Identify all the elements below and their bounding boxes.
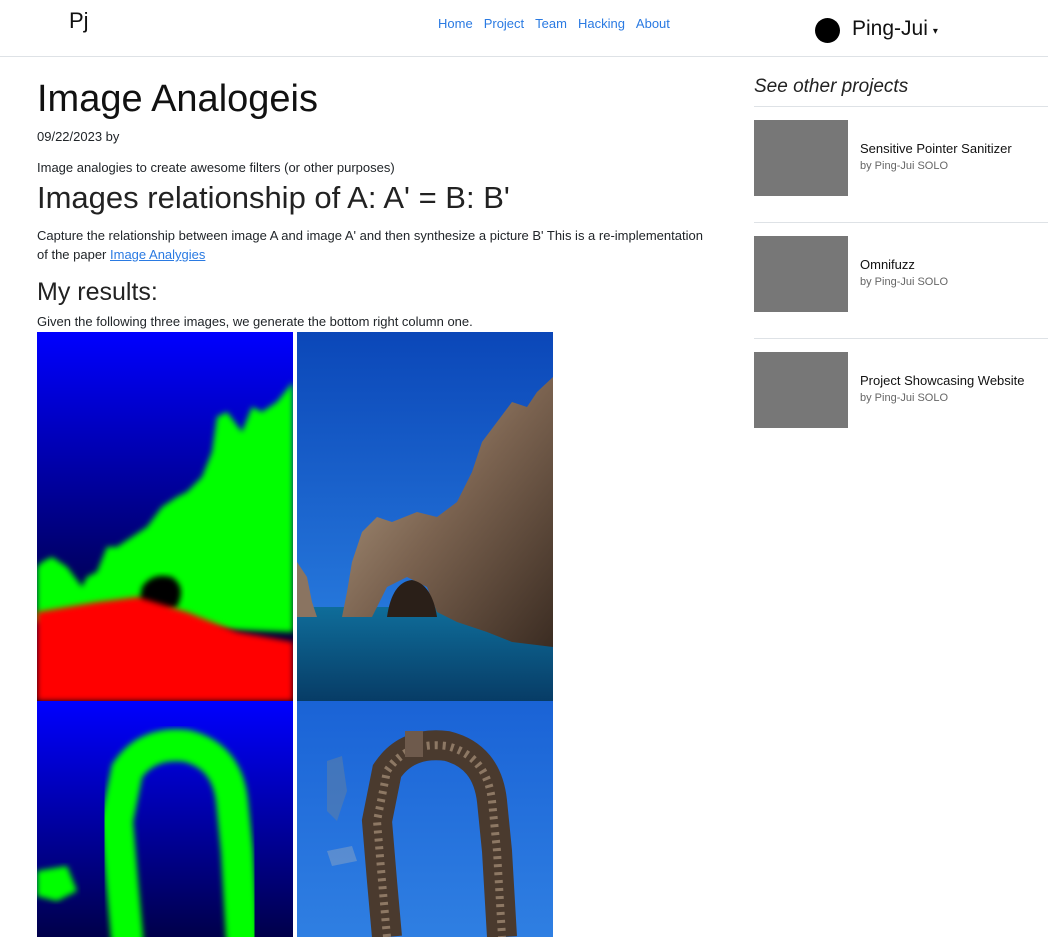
project-title[interactable]: Omnifuzz bbox=[860, 257, 915, 272]
results-image-grid bbox=[37, 332, 553, 937]
project-author: by Ping-Jui SOLO bbox=[860, 392, 949, 404]
project-author: by Ping-Jui SOLO bbox=[860, 160, 949, 172]
project-thumbnail[interactable] bbox=[754, 352, 848, 428]
results-heading: My results: bbox=[37, 278, 158, 306]
project-thumbnail[interactable] bbox=[754, 236, 848, 312]
nav-links: Home Project Team Hacking About bbox=[438, 16, 681, 32]
image-b-mask bbox=[37, 701, 293, 937]
post-meta: 09/22/2023 by bbox=[37, 129, 120, 144]
chevron-down-icon[interactable]: ▾ bbox=[933, 26, 938, 37]
post-subtitle: Image analogies to create awesome filter… bbox=[37, 160, 395, 175]
article: Image Analogeis 09/22/2023 by Image anal… bbox=[37, 75, 717, 329]
navbar: Pj Home Project Team Hacking About Ping-… bbox=[0, 0, 1048, 57]
page-title: Image Analogeis bbox=[37, 78, 318, 120]
project-thumbnail[interactable] bbox=[754, 120, 848, 196]
user-menu[interactable]: Ping-Jui ▾ bbox=[815, 14, 938, 43]
nav-team[interactable]: Team bbox=[535, 16, 567, 32]
project-title[interactable]: Project Showcasing Website bbox=[860, 373, 1025, 388]
results-caption: Given the following three images, we gen… bbox=[37, 314, 473, 329]
sidebar-title: See other projects bbox=[754, 76, 1048, 107]
project-card[interactable]: Omnifuzz by Ping-Jui SOLO bbox=[754, 223, 1048, 339]
project-card[interactable]: Sensitive Pointer Sanitizer by Ping-Jui … bbox=[754, 107, 1048, 223]
nav-about[interactable]: About bbox=[636, 16, 670, 32]
section-heading: Images relationship of A: A' = B: B' bbox=[37, 180, 510, 215]
image-b-prime-result bbox=[297, 701, 553, 937]
project-title[interactable]: Sensitive Pointer Sanitizer bbox=[860, 141, 1012, 156]
nav-hacking[interactable]: Hacking bbox=[578, 16, 625, 32]
user-name: Ping-Jui bbox=[852, 16, 928, 40]
sidebar: See other projects Sensitive Pointer San… bbox=[754, 76, 1048, 455]
project-author: by Ping-Jui SOLO bbox=[860, 276, 949, 288]
brand-logo[interactable]: Pj bbox=[69, 8, 89, 34]
image-a-prime-photo bbox=[297, 332, 553, 701]
paper-link[interactable]: Image Analygies bbox=[110, 247, 205, 262]
description-paragraph: Capture the relationship between image A… bbox=[37, 226, 717, 264]
nav-home[interactable]: Home bbox=[438, 16, 473, 32]
avatar bbox=[815, 18, 840, 43]
project-card[interactable]: Project Showcasing Website by Ping-Jui S… bbox=[754, 339, 1048, 455]
image-a-mask bbox=[37, 332, 293, 701]
nav-project[interactable]: Project bbox=[484, 16, 524, 32]
